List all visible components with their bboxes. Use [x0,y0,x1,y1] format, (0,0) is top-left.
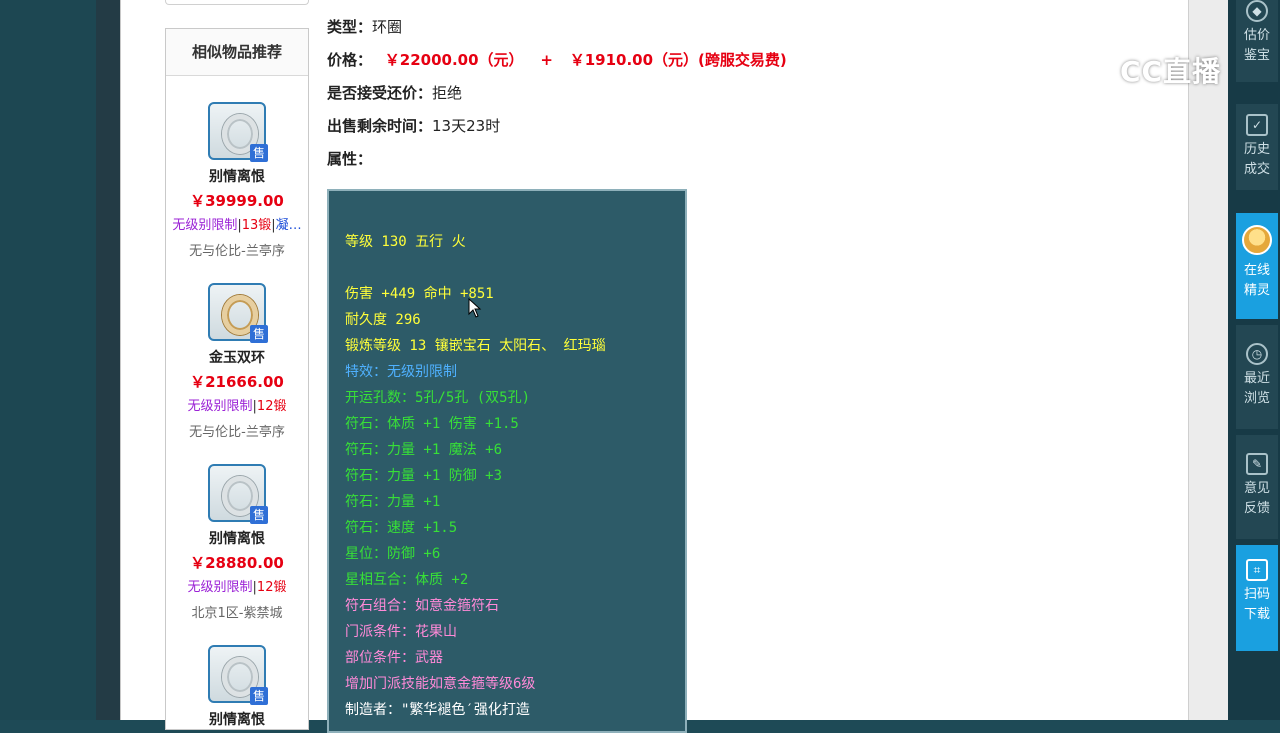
attr-slot-req: 部位条件：武器 [345,650,443,666]
similar-item-server: 无与伦比-兰亭序 [189,425,285,440]
price-label: 价格： [327,51,373,69]
history-icon: ✓ [1246,114,1268,136]
clock-icon: ◷ [1246,343,1268,365]
bargain-label: 是否接受还价： [327,84,433,102]
similar-item-name[interactable]: 金玉双环 [166,347,308,367]
detail-remaining: 出售剩余时间：13天23时 [327,115,500,136]
tag-forge: 12锻 [256,399,287,414]
appraise-label: 估价 鉴宝 [1243,28,1270,63]
attr-forge: 锻炼等级 13 镶嵌宝石 太阳石、 红玛瑙 [345,338,606,354]
bargain-value: 拒绝 [432,84,463,102]
similar-item-price: ￥39999.00 [190,192,284,210]
appraise-button[interactable]: ◆ 估价 鉴宝 [1236,0,1278,82]
attributes-label: 属性： [327,150,373,168]
history-label: 历史 成交 [1243,142,1270,177]
attr-level: 等级 130 五行 火 [345,234,466,250]
price-plus: + [540,51,553,69]
cross-server-fee: ￥1910.00（元）(跨服交易费) [569,51,787,69]
attr-maker: 制造者："繁华褪色′强化打造 [345,702,530,718]
type-label: 类型： [327,18,373,36]
similar-item-name[interactable]: 别情离恨 [166,528,308,548]
recent-views-button[interactable]: ◷ 最近 浏览 [1236,325,1278,429]
attr-rune: 符石：速度 +1.5 [345,520,458,536]
scan-download-button[interactable]: ⌗ 扫码 下载 [1236,545,1278,651]
tag-level-limit: 无级别限制 [172,218,238,233]
assistant-avatar-icon [1242,225,1272,255]
attr-school-req: 门派条件：花果山 [345,624,457,640]
item-attributes-box: 等级 130 五行 火 伤害 +449 命中 +851 耐久度 296 锻炼等级… [327,189,687,733]
online-assistant-label: 在线 精灵 [1243,263,1270,298]
similar-item-name[interactable]: 别情离恨 [166,709,308,729]
detail-price: 价格： ￥22000.00（元） + ￥1910.00（元）(跨服交易费) [327,49,787,70]
similar-items-panel: 相似物品推荐 售 别情离恨 ￥39999.00 无级别限制|13锻|凝… 无与伦… [165,28,309,730]
appraise-icon: ◆ [1246,0,1268,22]
cc-live-watermark: CC直播 [1072,44,1242,90]
history-trades-button[interactable]: ✓ 历史 成交 [1236,104,1278,190]
recent-views-label: 最近 浏览 [1243,371,1270,406]
similar-item-server: 无与伦比-兰亭序 [189,244,285,259]
watermark-text: CC直播 [1120,55,1222,88]
attr-holes: 开运孔数：5孔/5孔 (双5孔) [345,390,531,406]
page-scroll-gutter [1188,0,1229,720]
similar-items-title: 相似物品推荐 [166,29,308,76]
similar-item-price: ￥28880.00 [190,554,284,572]
sell-badge: 售 [250,687,268,705]
attr-star: 星位：防御 +6 [345,546,441,562]
page-background-strip [96,0,120,720]
type-value: 环圈 [372,18,403,36]
page-background-left [0,0,96,720]
tag-level-limit: 无级别限制 [187,580,253,595]
feedback-label: 意见 反馈 [1243,481,1270,516]
ring-silver-icon[interactable]: 售 [208,464,268,524]
attr-star-match: 星相互合：体质 +2 [345,572,469,588]
edit-icon: ✎ [1246,453,1268,475]
detail-attributes: 属性： [327,148,372,169]
attr-rune: 符石：体质 +1 伤害 +1.5 [345,416,519,432]
cc-logo-icon [1072,46,1112,86]
similar-item-server: 北京1区-紫禁城 [191,606,283,621]
similar-item-price: ￥21666.00 [190,373,284,391]
attr-rune: 符石：力量 +1 防御 +3 [345,468,503,484]
attr-skill-add: 增加门派技能如意金箍等级6级 [345,676,536,692]
tag-level-limit: 无级别限制 [187,399,253,414]
similar-item-tags: 无级别限制|12锻 [187,580,287,595]
scan-download-label: 扫码 下载 [1243,587,1270,622]
sell-badge: 售 [250,325,268,343]
remaining-label: 出售剩余时间： [327,117,433,135]
sell-badge: 售 [250,506,268,524]
attr-rune: 符石：力量 +1 魔法 +6 [345,442,503,458]
tag-extra: 凝… [275,218,302,233]
feedback-button[interactable]: ✎ 意见 反馈 [1236,435,1278,539]
detail-type: 类型：环圈 [327,16,402,37]
ring-silver-icon[interactable]: 售 [208,102,268,162]
remaining-value: 13天23时 [432,117,501,135]
similar-item-tags: 无级别限制|13锻|凝… [172,218,302,233]
previous-panel-edge [165,0,309,5]
online-assistant-button[interactable]: 在线 精灵 [1236,213,1278,319]
attr-special: 特效：无级别限制 [345,364,457,380]
price-value: ￥22000.00（元） [384,51,524,69]
attr-rune: 符石：力量 +1 [345,494,441,510]
qr-scan-icon: ⌗ [1246,559,1268,581]
ring-gold-icon[interactable]: 售 [208,283,268,343]
sell-badge: 售 [250,144,268,162]
detail-bargain: 是否接受还价：拒绝 [327,82,462,103]
attr-rune-combo: 符石组合：如意金箍符石 [345,598,499,614]
ring-silver-icon[interactable]: 售 [208,645,268,705]
attr-durability: 耐久度 296 [345,312,421,328]
tag-forge: 13锻 [241,218,272,233]
similar-item-tags: 无级别限制|12锻 [187,399,287,414]
similar-item-name[interactable]: 别情离恨 [166,166,308,186]
mouse-cursor-icon [468,298,482,318]
tag-forge: 12锻 [256,580,287,595]
